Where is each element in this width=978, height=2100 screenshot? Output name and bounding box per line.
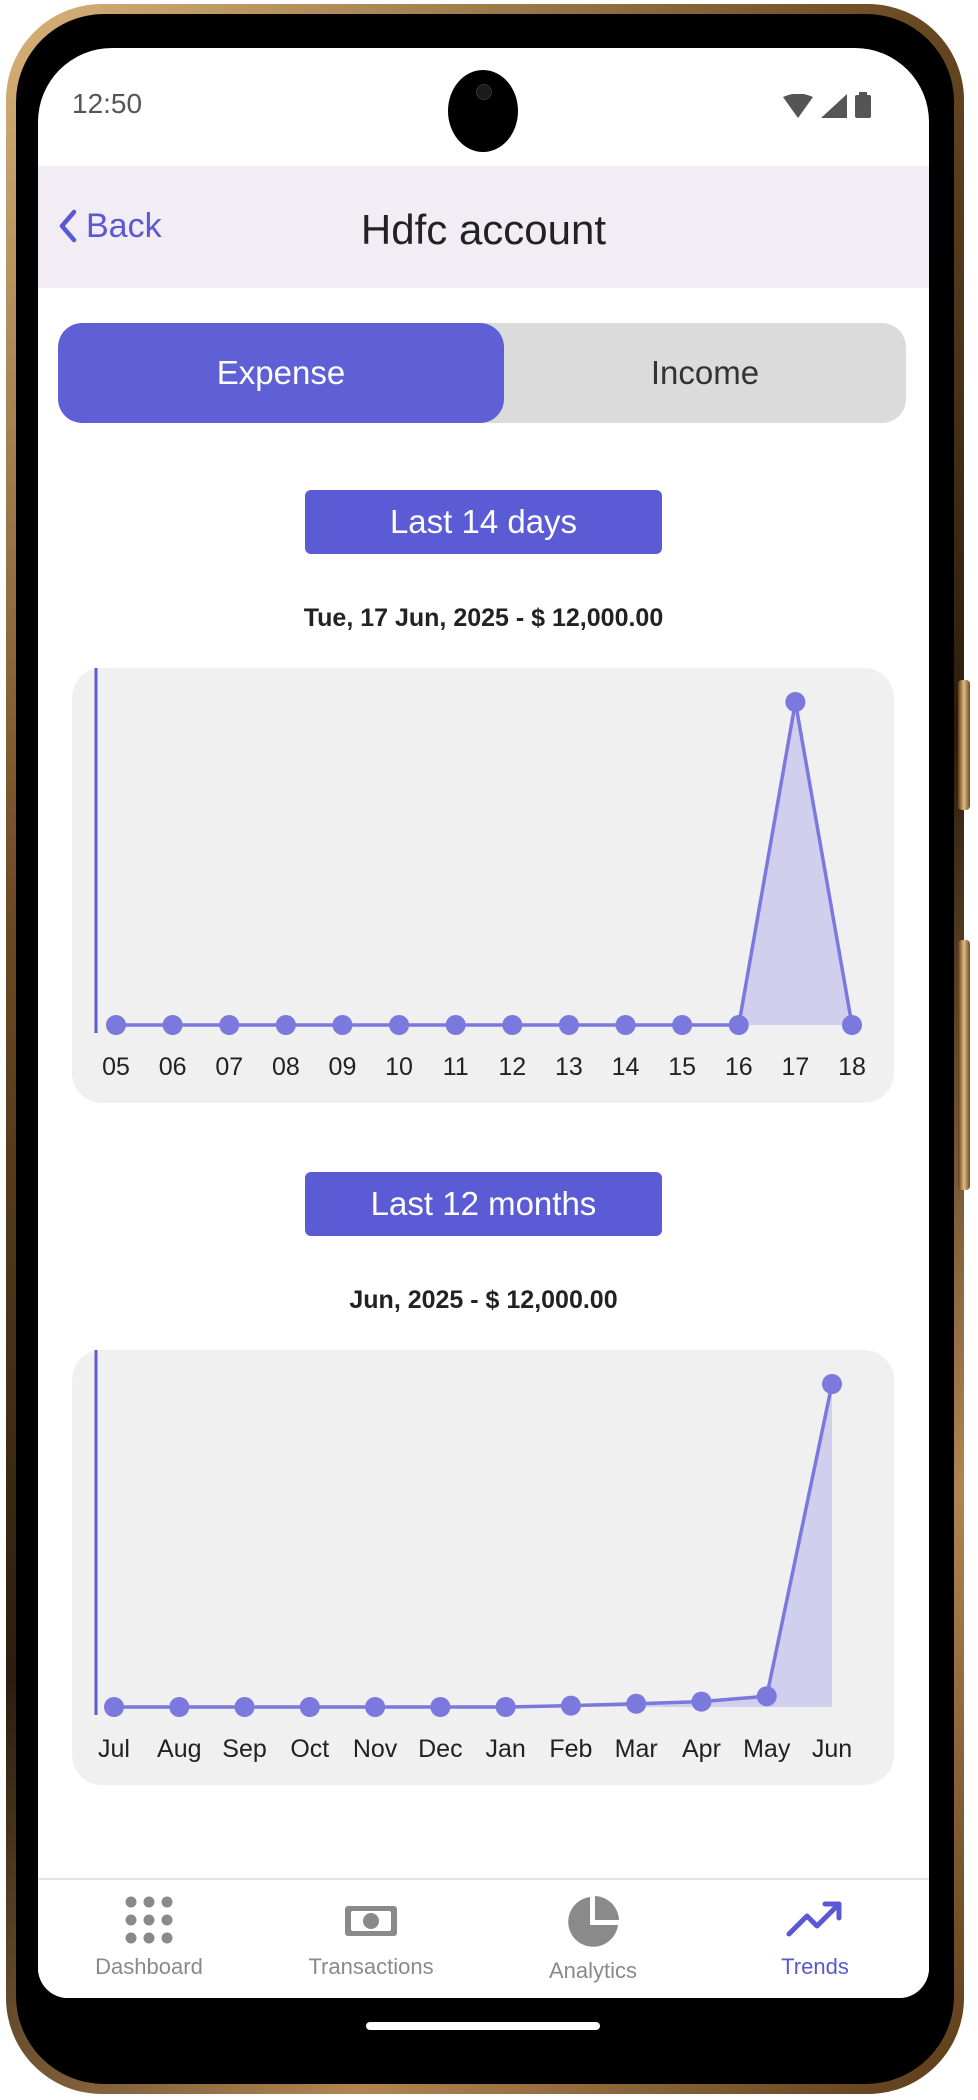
data-point[interactable] [162, 1015, 183, 1035]
data-point[interactable] [615, 1015, 636, 1035]
data-point[interactable] [332, 1015, 353, 1035]
series-line [116, 700, 854, 1027]
tab-analytics-label: Analytics [548, 1958, 638, 1983]
data-point[interactable] [299, 1697, 320, 1717]
home-indicator [366, 2022, 600, 2030]
wifi-icon [783, 94, 813, 118]
x-tick-label: 15 [668, 1053, 696, 1081]
tab-income[interactable]: Income [504, 323, 906, 423]
data-point[interactable] [842, 1015, 862, 1035]
x-tick-label: Dec [418, 1735, 462, 1763]
x-tick-label: Sep [222, 1735, 266, 1763]
data-point[interactable] [785, 692, 806, 712]
x-tick-label: 05 [102, 1053, 130, 1081]
data-point[interactable] [756, 1686, 777, 1707]
data-point[interactable] [822, 1374, 842, 1394]
x-tick-label: Jun [812, 1735, 852, 1763]
x-tick-label: 12 [498, 1053, 526, 1081]
data-point[interactable] [626, 1693, 647, 1714]
status-time: 12:50 [72, 88, 143, 119]
tab-dashboard[interactable]: Dashboard [38, 1880, 260, 1998]
data-point[interactable] [728, 1015, 749, 1035]
series-line [114, 1383, 834, 1709]
x-tick-label: May [743, 1735, 791, 1763]
x-tick-label: 06 [159, 1053, 187, 1081]
battery-icon [855, 92, 871, 118]
data-point[interactable] [234, 1697, 255, 1717]
tab-dashboard-label: Dashboard [95, 1954, 203, 1979]
x-tick-label: 18 [838, 1053, 866, 1081]
x-tick-label: 11 [443, 1053, 469, 1081]
banknote-icon [345, 1906, 397, 1936]
grid-dots-icon [125, 1896, 173, 1944]
data-point[interactable] [560, 1695, 581, 1716]
x-tick-label: Nov [353, 1735, 398, 1763]
monthly-chart: Jul Aug Sep Oct Nov Dec Jan Feb Mar Apr May Jun [72, 1350, 894, 1785]
series-area [116, 702, 852, 1025]
app-header: Back Hdfc account [38, 166, 929, 288]
status-bar: 12:50 [38, 48, 929, 166]
daily-chart-svg: 05 06 07 08 09 10 11 12 13 14 15 16 17 18 [94, 668, 866, 1081]
series-area [114, 1384, 832, 1707]
x-tick-label: Jan [485, 1735, 525, 1763]
x-tick-label: 17 [781, 1053, 809, 1081]
data-point[interactable] [389, 1015, 410, 1035]
x-tick-label: Aug [157, 1735, 201, 1763]
data-point[interactable] [445, 1015, 466, 1035]
x-tick-label: 16 [725, 1053, 753, 1081]
data-point[interactable] [104, 1697, 124, 1717]
daily-summary: Tue, 17 Jun, 2025 - $ 12,000.00 [303, 604, 664, 632]
data-point[interactable] [430, 1697, 451, 1717]
volume-button [958, 680, 970, 810]
tab-trends-label: Trends [781, 1954, 849, 1979]
tab-transactions-label: Transactions [308, 1954, 434, 1979]
x-tick-label: 07 [215, 1053, 243, 1081]
tab-expense[interactable]: Expense [58, 323, 504, 423]
data-point[interactable] [558, 1015, 579, 1035]
data-point[interactable] [169, 1697, 190, 1717]
x-tick-label: Apr [682, 1735, 721, 1763]
tab-transactions[interactable]: Transactions [260, 1880, 482, 1998]
pie-chart-icon [568, 1896, 619, 1947]
tab-trends[interactable]: Trends [704, 1880, 926, 1998]
app-screen: 12:50 Back Hdfc account Income Expense L… [38, 48, 929, 1998]
x-tick-label: 13 [555, 1053, 583, 1081]
data-point[interactable] [691, 1691, 712, 1712]
power-button [958, 940, 970, 1190]
data-point[interactable] [495, 1697, 516, 1717]
trend-up-icon [786, 1901, 842, 1937]
x-tick-label: 09 [329, 1053, 357, 1081]
page-title: Hdfc account [360, 206, 607, 253]
data-point[interactable] [219, 1015, 240, 1035]
x-tick-label: 14 [612, 1053, 640, 1081]
x-tick-label: Feb [549, 1735, 592, 1763]
x-tick-label: 08 [272, 1053, 300, 1081]
status-icons [783, 92, 871, 118]
daily-range-button[interactable]: Last 14 days [305, 490, 662, 554]
monthly-summary: Jun, 2025 - $ 12,000.00 [349, 1286, 618, 1314]
data-point[interactable] [106, 1015, 126, 1035]
bottom-tab-bar: Dashboard Transactions Analytics Trends [38, 1878, 929, 1998]
daily-chart: 05 06 07 08 09 10 11 12 13 14 15 16 17 18 [72, 668, 894, 1103]
data-point[interactable] [672, 1015, 693, 1035]
monthly-chart-svg: Jul Aug Sep Oct Nov Dec Jan Feb Mar Apr May Jun [94, 1350, 852, 1763]
x-tick-label: Jul [98, 1735, 130, 1763]
data-point[interactable] [275, 1015, 296, 1035]
type-segmented-control: Income Expense [58, 323, 906, 423]
monthly-range-button[interactable]: Last 12 months [305, 1172, 662, 1236]
x-tick-label: Oct [290, 1735, 329, 1763]
data-point[interactable] [502, 1015, 523, 1035]
signal-icon [821, 94, 847, 118]
front-camera [448, 70, 518, 152]
data-point[interactable] [365, 1697, 386, 1717]
x-tick-label: 10 [385, 1053, 413, 1081]
tab-analytics[interactable]: Analytics [482, 1880, 704, 1998]
x-tick-label: Mar [615, 1735, 658, 1763]
